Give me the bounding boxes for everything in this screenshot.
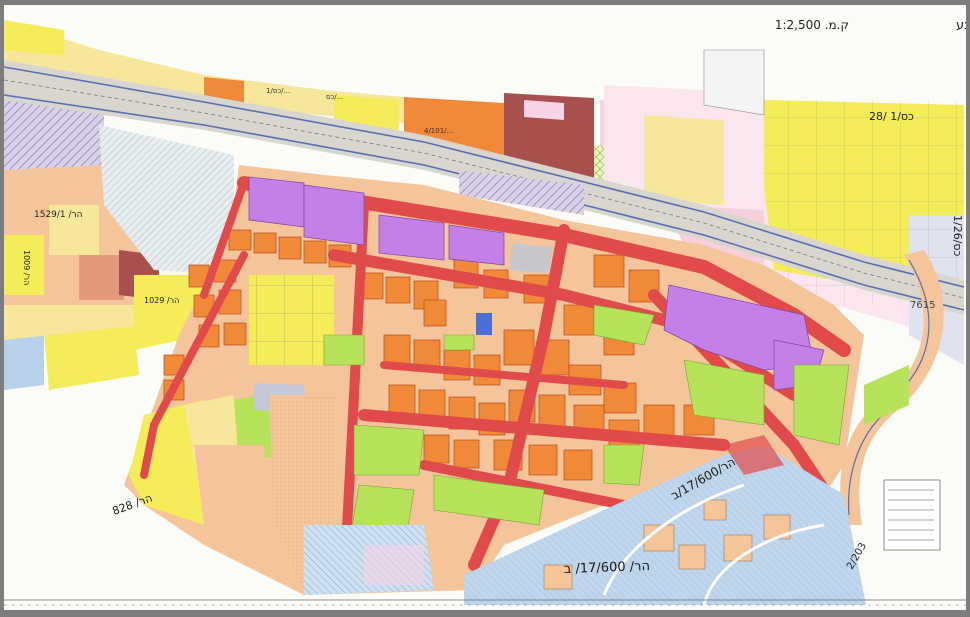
label-north-plan-1: כס/1/... [266, 87, 290, 95]
scale-label: ק.מ. 1:2,500 [775, 18, 849, 32]
label-north-plan-2: כס/... [326, 93, 343, 101]
label-parcel-7615: 7615 [910, 300, 935, 311]
label-bottom-plan: הר/ 17/600/ ב [564, 559, 651, 577]
plan-sheet: מצב מוצע ק.מ. 1:2,500 הר/ 17/600/ ב הר/1… [4, 5, 966, 610]
zoning-map: מצב מוצע ק.מ. 1:2,500 הר/ 17/600/ ב הר/1… [4, 5, 966, 610]
legend-block [883, 479, 941, 551]
sheet-title: מצב מוצע [956, 18, 966, 33]
label-nw-plan-2: הר/ 1009 [22, 250, 31, 285]
label-nw-plan-1: הר/ 1029 [144, 296, 179, 305]
label-north-plan-3: 4/101/... [424, 127, 453, 135]
label-west-plan: הר/ 1529/1 [34, 210, 83, 220]
label-east-plan: כס/1/26 [951, 215, 964, 257]
label-ne-plan: 28/ כס/1 [869, 110, 914, 123]
